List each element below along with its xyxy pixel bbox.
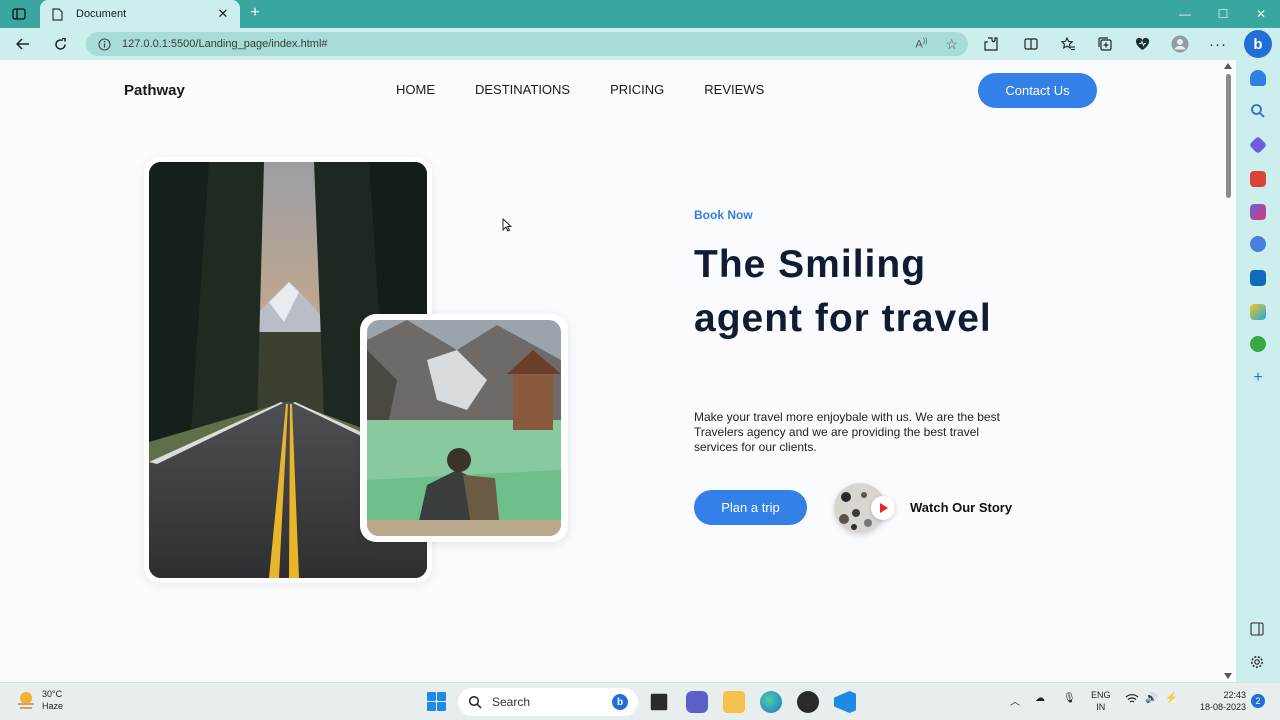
plan-trip-button[interactable]: Plan a trip <box>694 490 807 525</box>
system-clock[interactable]: 22:43 18-08-2023 <box>1190 689 1246 713</box>
input-language[interactable]: ENG IN <box>1091 689 1111 713</box>
file-explorer-icon[interactable] <box>723 691 745 713</box>
task-view-icon[interactable] <box>650 693 668 711</box>
minimize-button[interactable]: — <box>1166 0 1204 28</box>
teams-chat-icon[interactable] <box>686 691 708 713</box>
close-window-button[interactable]: ✕ <box>1242 0 1280 28</box>
collections-icon[interactable] <box>1094 34 1116 54</box>
show-hidden-icons-chevron-icon[interactable]: ︿ <box>1010 693 1020 708</box>
search-label: Search <box>492 695 531 709</box>
weather-widget[interactable]: 30°C Haze <box>16 688 63 712</box>
bing-search-icon[interactable]: b <box>612 694 628 710</box>
onedrive-cloud-icon[interactable]: ☁ <box>1035 693 1045 704</box>
scroll-down-arrow-icon[interactable] <box>1224 673 1232 679</box>
clock-date: 18-08-2023 <box>1199 702 1246 712</box>
page-scrollbar[interactable] <box>1221 60 1236 682</box>
add-sidebar-app-icon[interactable]: + <box>1250 370 1266 386</box>
language-region: IN <box>1096 702 1106 712</box>
back-icon[interactable] <box>12 34 34 54</box>
maximize-button[interactable]: ☐ <box>1204 0 1242 28</box>
hero-description: Make your travel more enjoybale with us.… <box>694 410 1000 454</box>
microsoft-365-icon[interactable] <box>1250 236 1266 252</box>
shopping-tag-icon[interactable] <box>1248 135 1268 155</box>
contact-us-button[interactable]: Contact Us <box>978 73 1097 108</box>
document-icon <box>50 7 64 21</box>
extensions-icon[interactable] <box>980 34 1002 54</box>
outlook-icon[interactable] <box>1250 270 1266 286</box>
language-code: ENG <box>1091 690 1111 700</box>
browser-tab[interactable]: Document ✕ <box>40 0 240 28</box>
notification-badge[interactable]: 2 <box>1251 694 1265 708</box>
browser-toolbar: 127.0.0.1:5500/Landing_page/index.html# … <box>0 28 1280 60</box>
volume-icon[interactable]: 🔊 <box>1145 693 1157 704</box>
weather-temperature: 30°C <box>42 689 63 699</box>
nav-destinations[interactable]: DESTINATIONS <box>475 82 570 97</box>
nav-pricing[interactable]: PRICING <box>610 82 664 97</box>
haze-sun-icon <box>18 692 34 709</box>
bing-chat-icon[interactable]: b <box>1244 30 1272 58</box>
search-icon <box>468 695 482 709</box>
browser-titlebar: Document ✕ + — ☐ ✕ <box>0 0 1280 28</box>
main-navigation: HOME DESTINATIONS PRICING REVIEWS <box>396 82 764 97</box>
favorites-icon[interactable] <box>1057 34 1079 54</box>
battery-charging-icon[interactable]: ⚡ <box>1165 693 1177 704</box>
wifi-icon[interactable] <box>1125 693 1139 707</box>
window-controls: — ☐ ✕ <box>1166 0 1280 28</box>
address-bar[interactable]: 127.0.0.1:5500/Landing_page/index.html# … <box>86 32 968 56</box>
tab-actions-icon[interactable] <box>8 5 30 23</box>
favorite-star-icon[interactable]: ☆ <box>945 36 958 53</box>
mouse-cursor-icon <box>502 218 512 232</box>
profile-avatar-icon[interactable] <box>1169 34 1191 54</box>
taskbar-search[interactable]: Search b <box>458 688 638 716</box>
site-info-icon[interactable] <box>96 36 112 52</box>
games-icon[interactable] <box>1250 204 1266 220</box>
page-viewport: Pathway HOME DESTINATIONS PRICING REVIEW… <box>0 60 1236 682</box>
site-logo[interactable]: Pathway <box>124 82 185 99</box>
drop-icon[interactable] <box>1250 304 1266 320</box>
tools-toolbox-icon[interactable] <box>1250 171 1266 187</box>
split-screen-icon[interactable] <box>1020 34 1042 54</box>
lake-hiker-photo <box>367 320 561 536</box>
url-text[interactable]: 127.0.0.1:5500/Landing_page/index.html# <box>122 38 897 50</box>
edge-sidebar: b + <box>1236 28 1280 682</box>
microphone-icon[interactable]: 🎙 <box>1063 693 1076 704</box>
hero-kicker: Book Now <box>694 208 753 222</box>
nav-reviews[interactable]: REVIEWS <box>704 82 764 97</box>
read-aloud-icon[interactable]: A)) <box>915 38 927 51</box>
watch-story-link[interactable]: Watch Our Story <box>910 500 1012 515</box>
sidebar-settings-gear-icon[interactable] <box>1250 655 1266 671</box>
scroll-up-arrow-icon[interactable] <box>1224 63 1232 69</box>
sidebar-layout-icon[interactable] <box>1250 622 1266 638</box>
hero-title: The Smiling agent for travel <box>694 243 992 340</box>
scrollbar-thumb[interactable] <box>1226 74 1231 198</box>
tab-title: Document <box>76 8 127 20</box>
tab-close-icon[interactable]: ✕ <box>216 6 230 22</box>
designer-icon[interactable] <box>1250 336 1266 352</box>
more-menu-icon[interactable]: ··· <box>1207 34 1229 54</box>
nav-home[interactable]: HOME <box>396 82 435 97</box>
github-desktop-icon[interactable] <box>797 691 819 713</box>
play-icon[interactable] <box>871 496 895 520</box>
windows-taskbar: 30°C Haze Search b ︿ ☁ 🎙 ENG IN 🔊 ⚡ 22:4… <box>0 682 1280 720</box>
lake-photo-frame <box>360 314 568 542</box>
weather-description: Haze <box>42 701 64 711</box>
clock-time: 22:43 <box>1223 690 1246 700</box>
browser-essentials-icon[interactable] <box>1131 34 1153 54</box>
windows-start-icon[interactable] <box>427 692 446 711</box>
new-tab-button[interactable]: + <box>246 4 264 22</box>
notification-bell-icon[interactable] <box>1250 70 1266 86</box>
vscode-icon[interactable] <box>834 691 856 713</box>
sidebar-search-icon[interactable] <box>1250 103 1266 119</box>
edge-browser-icon[interactable] <box>760 691 782 713</box>
refresh-icon[interactable] <box>49 34 71 54</box>
